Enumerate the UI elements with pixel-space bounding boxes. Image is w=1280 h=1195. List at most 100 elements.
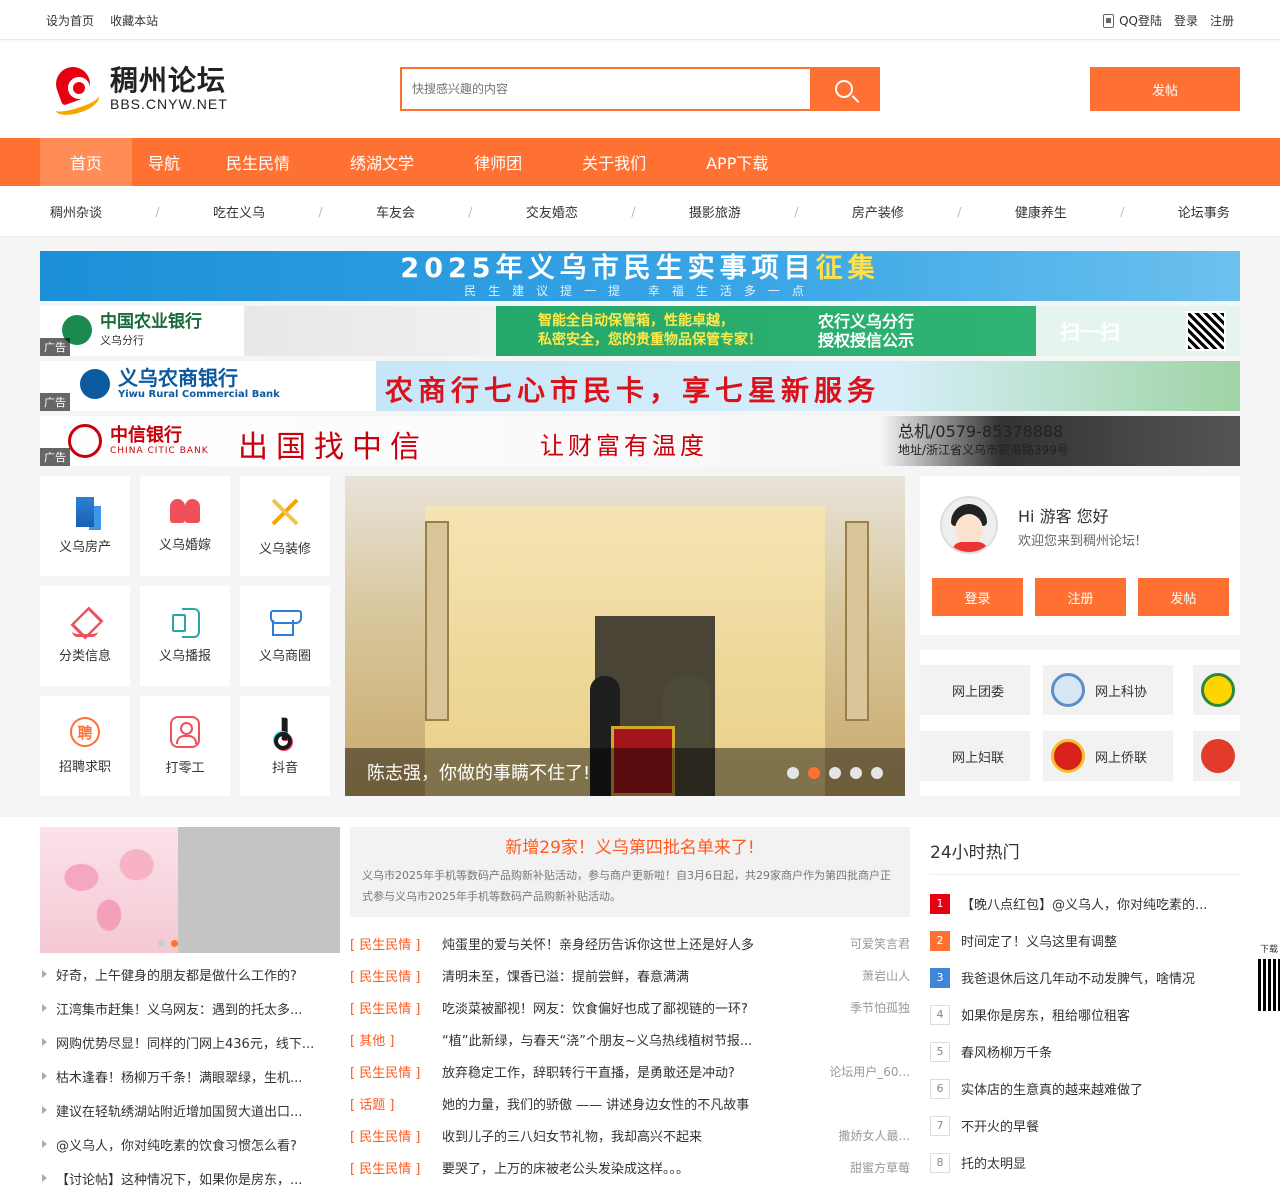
org-more-1[interactable] xyxy=(1193,665,1240,715)
ad-banner-rcb[interactable]: 义乌农商银行 Yiwu Rural Commercial Bank 农商行七心市… xyxy=(40,361,1240,411)
post-title[interactable]: 放弃稳定工作，辞职转行干直播，是勇敢还是冲动? xyxy=(442,1062,820,1081)
org-youth-league[interactable]: 网上团委 xyxy=(920,665,1030,715)
user-register-button[interactable]: 注册 xyxy=(1035,578,1126,616)
post-author[interactable]: 萧岩山人 xyxy=(820,967,910,984)
org-women[interactable]: 网上妇联 xyxy=(920,731,1030,781)
image-slider[interactable]: 陈志强，你做的事瞒不住了! xyxy=(345,476,905,796)
list-item[interactable]: 【讨论帖】这种情况下，如果你是房东，... xyxy=(40,1161,340,1195)
post-title[interactable]: 吃淡菜被鄙视！网友：饮食偏好也成了鄙视链的一环? xyxy=(442,998,820,1017)
post-category[interactable]: [ 民生民情 ] xyxy=(350,1158,442,1177)
nav-item[interactable]: 民生民情 xyxy=(196,138,320,186)
post-title[interactable]: 要哭了，上万的床被老公头发染成这样。。。 xyxy=(442,1158,820,1177)
slider-dot-active[interactable] xyxy=(808,767,820,779)
hot-item[interactable]: 3 我爸退休后这几年动不动发脾气，啥情况 xyxy=(930,959,1240,996)
nav-item[interactable]: 绣湖文学 xyxy=(320,138,444,186)
user-card: Hi 游客 您好 欢迎您来到稠州论坛! 登录 注册 发帖 xyxy=(920,476,1240,635)
nav-item[interactable]: 律师团 xyxy=(444,138,552,186)
post-category[interactable]: [ 民生民情 ] xyxy=(350,1062,442,1081)
nav-item[interactable]: 导航 xyxy=(132,138,196,186)
hot-item[interactable]: 2 时间定了！义乌这里有调整 xyxy=(930,922,1240,959)
category-tile[interactable]: 义乌播报 xyxy=(140,586,230,686)
category-tile[interactable]: 聘招聘求职 xyxy=(40,696,130,796)
subnav-item[interactable]: 吃在义乌 xyxy=(213,202,265,221)
register-link[interactable]: 注册 xyxy=(1210,12,1234,29)
post-author[interactable]: 甜蜜方草莓 xyxy=(820,1159,910,1176)
hot-title: 24小时热门 xyxy=(930,827,1240,875)
post-title[interactable]: 清明未至，馃香已溢：提前尝鲜，春意满满 xyxy=(442,966,820,985)
nav-item[interactable]: APP下载 xyxy=(676,138,798,186)
banner-livelihood-projects[interactable]: 2025年义乌市民生实事项目征集 民生建议提一提 幸福生活多一点 xyxy=(40,251,1240,301)
org-overseas[interactable]: 网上侨联 xyxy=(1043,731,1173,781)
hot-item-title: 春风杨柳万千条 xyxy=(961,1046,1053,1061)
post-author[interactable]: 可爱笑言君 xyxy=(820,935,910,952)
ad-banner-citic[interactable]: 中信银行 CHINA CITIC BANK 出国找中信 让财富有温度 总机/05… xyxy=(40,416,1240,466)
left-photo-carousel[interactable] xyxy=(40,827,340,953)
middle-column: 新增29家！义乌第四批名单来了! 义乌市2025年手机等数码产品购新补贴活动，参… xyxy=(350,827,910,1183)
user-login-button[interactable]: 登录 xyxy=(932,578,1023,616)
post-title[interactable]: “植”此新绿，与春天“浇”个朋友~义乌热线植树节报... xyxy=(442,1030,820,1049)
subnav-item[interactable]: 交友婚恋 xyxy=(526,202,578,221)
category-tile[interactable]: 义乌房产 xyxy=(40,476,130,576)
post-author[interactable]: 论坛用户_60... xyxy=(820,1063,910,1080)
post-title[interactable]: 炖蛋里的爱与关怀！亲身经历告诉你这世上还是好人多 xyxy=(442,934,820,953)
hot-item[interactable]: 8 托的太明显 xyxy=(930,1144,1240,1181)
category-tile[interactable]: 义乌装修 xyxy=(240,476,330,576)
hot-item[interactable]: 4 如果你是房东，租给哪位租客 xyxy=(930,996,1240,1033)
category-tile[interactable]: 义乌婚嫁 xyxy=(140,476,230,576)
subnav-item[interactable]: 车友会 xyxy=(376,202,415,221)
post-category[interactable]: [ 民生民情 ] xyxy=(350,934,442,953)
headline-title[interactable]: 新增29家！义乌第四批名单来了! xyxy=(362,835,898,861)
org-more-2[interactable] xyxy=(1193,731,1240,781)
post-author[interactable]: 季节怕孤独 xyxy=(820,999,910,1016)
list-item[interactable]: 江湾集市赶集！义乌网友：遇到的托太多... xyxy=(40,991,340,1025)
subnav-item[interactable]: 摄影旅游 xyxy=(689,202,741,221)
ad-banner-abc[interactable]: 中国农业银行 义乌分行 智能全自动保管箱，性能卓越， 私密安全，您的贵重物品保管专… xyxy=(40,306,1240,356)
bookmark-link[interactable]: 收藏本站 xyxy=(110,14,158,28)
login-link[interactable]: 登录 xyxy=(1174,12,1198,29)
list-item[interactable]: 网购优势尽显！同样的门网上436元，线下... xyxy=(40,1025,340,1059)
category-tile[interactable]: 分类信息 xyxy=(40,586,130,686)
category-tile[interactable]: 抖音 xyxy=(240,696,330,796)
hot-item[interactable]: 1 【晚八点红包】@义乌人，你对纯吃素的... xyxy=(930,885,1240,922)
site-logo[interactable]: 稠州论坛 BBS.CNYW.NET xyxy=(51,62,228,120)
carousel-dot-active[interactable] xyxy=(171,940,178,947)
nav-item[interactable]: 首页 xyxy=(40,138,133,186)
post-category[interactable]: [ 话题 ] xyxy=(350,1094,442,1113)
post-title[interactable]: 她的力量，我们的骄傲 —— 讲述身边女性的不凡故事 xyxy=(442,1094,820,1113)
post-category[interactable]: [ 其他 ] xyxy=(350,1030,442,1049)
list-item[interactable]: 好奇，上午健身的朋友都是做什么工作的? xyxy=(40,957,340,991)
list-item-title: 江湾集市赶集！义乌网友：遇到的托太多... xyxy=(56,1002,303,1018)
subnav-item[interactable]: 论坛事务 xyxy=(1178,202,1230,221)
post-title[interactable]: 收到儿子的三八妇女节礼物，我却高兴不起来 xyxy=(442,1126,820,1145)
user-post-button[interactable]: 发帖 xyxy=(1138,578,1229,616)
nav-item[interactable]: 关于我们 xyxy=(552,138,676,186)
slider-dot[interactable] xyxy=(787,767,799,779)
qq-login-link[interactable]: QQ登陆 xyxy=(1103,12,1162,29)
search-button[interactable] xyxy=(810,69,878,109)
list-item[interactable]: @义乌人，你对纯吃素的饮食习惯怎么看? xyxy=(40,1127,340,1161)
org-science[interactable]: 网上科协 xyxy=(1043,665,1173,715)
post-category[interactable]: [ 民生民情 ] xyxy=(350,1126,442,1145)
search-input[interactable] xyxy=(402,69,810,109)
subnav-item[interactable]: 健康养生 xyxy=(1015,202,1067,221)
post-category[interactable]: [ 民生民情 ] xyxy=(350,966,442,985)
category-tile[interactable]: 打零工 xyxy=(140,696,230,796)
hot-item[interactable]: 7 不开火的早餐 xyxy=(930,1107,1240,1144)
post-author[interactable]: 撒娇女人最... xyxy=(820,1127,910,1144)
list-item[interactable]: 枯木逢春！杨柳万千条！满眼翠绿，生机... xyxy=(40,1059,340,1093)
carousel-dot[interactable] xyxy=(158,940,165,947)
hot-item[interactable]: 6 实体店的生意真的越来越难做了 xyxy=(930,1070,1240,1107)
subnav-item[interactable]: 稠州杂谈 xyxy=(50,202,102,221)
post-button[interactable]: 发帖 xyxy=(1090,67,1240,111)
slider-dot[interactable] xyxy=(829,767,841,779)
logo-title: 稠州论坛 xyxy=(110,64,227,97)
subnav-item[interactable]: 房产装修 xyxy=(852,202,904,221)
list-item[interactable]: 建议在轻轨绣湖站附近增加国贸大道出口... xyxy=(40,1093,340,1127)
post-category[interactable]: [ 民生民情 ] xyxy=(350,998,442,1017)
slider-dot[interactable] xyxy=(850,767,862,779)
side-download[interactable]: 下载 xyxy=(1258,942,1280,1011)
set-home-link[interactable]: 设为首页 xyxy=(46,14,94,28)
slider-dot[interactable] xyxy=(871,767,883,779)
category-tile[interactable]: 义乌商圈 xyxy=(240,586,330,686)
hot-item[interactable]: 5 春风杨柳万千条 xyxy=(930,1033,1240,1070)
